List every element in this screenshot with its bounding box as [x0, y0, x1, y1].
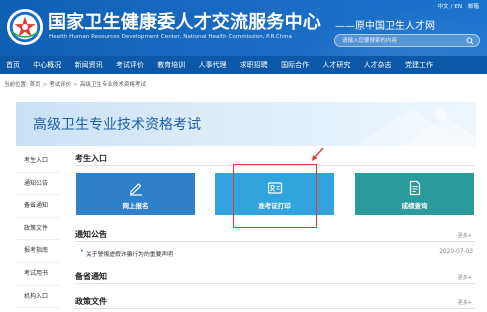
- sidebar-item-candidate-entry[interactable]: 考生入口: [16, 150, 60, 173]
- section-title: 通知公告: [75, 230, 107, 239]
- nav-item-news[interactable]: 新闻资讯: [75, 60, 103, 70]
- page-banner: 高级卫生专业技术资格考试: [16, 102, 476, 146]
- section-title: 政策文件: [75, 297, 107, 306]
- more-link[interactable]: 更多+: [458, 299, 472, 306]
- breadcrumb: 当前位置: 首页 > 考试评价 > 高级卫生专业技术资格考试: [4, 80, 146, 88]
- pen-icon: [129, 183, 142, 196]
- site-subtitle: Health Human Resources Development Cente…: [49, 34, 292, 40]
- section-title: 考生入口: [75, 154, 107, 163]
- online-registration-button[interactable]: 网上报名: [76, 173, 195, 215]
- lang-en-link[interactable]: EN: [454, 4, 462, 10]
- sidebar-item-notices[interactable]: 通知公告: [16, 173, 60, 196]
- sidebar: 考生入口 通知公告 备省通知 政策文件 报考指南 考试用书 机构入口: [16, 150, 60, 309]
- notice-date: 2020-07-03: [439, 249, 473, 255]
- mail-link[interactable]: 邮箱: [468, 4, 479, 10]
- main-nav: 首页 中心概况 新闻资讯 考试评价 教育培训 人事代理 求职招聘 国际合作 人才…: [0, 56, 487, 74]
- sidebar-item-policy[interactable]: 政策文件: [16, 218, 60, 241]
- page-title: 高级卫生专业技术资格考试: [33, 117, 201, 133]
- site-title: 国家卫生健康委人才交流服务中心: [48, 12, 321, 33]
- top-links: 中文 / EN 邮箱: [438, 2, 479, 10]
- tile-label: 成绩查询: [401, 202, 428, 210]
- lang-cn-link[interactable]: 中文: [438, 4, 449, 10]
- search-icon[interactable]: [466, 37, 474, 45]
- document-icon: [409, 180, 420, 196]
- nav-item-personnel[interactable]: 人事代理: [198, 60, 226, 70]
- sidebar-item-provincial[interactable]: 备省通知: [16, 195, 60, 218]
- highlight-box: [233, 164, 317, 228]
- nav-item-training[interactable]: 教育培训: [157, 60, 185, 70]
- section-notices: 通知公告 更多+: [75, 228, 475, 242]
- breadcrumb-exams[interactable]: 考试评价: [49, 82, 71, 88]
- nav-item-research[interactable]: 人才研究: [322, 60, 350, 70]
- nav-item-magazine[interactable]: 人才杂志: [364, 60, 392, 70]
- site-slogan: ——原中国卫生人才网: [335, 21, 435, 32]
- sidebar-item-books[interactable]: 考试用书: [16, 263, 60, 286]
- more-link[interactable]: 更多+: [458, 274, 472, 281]
- search-box: [334, 34, 480, 47]
- section-policy: 政策文件 更多+: [75, 295, 475, 309]
- nav-item-jobs[interactable]: 求职招聘: [240, 60, 268, 70]
- lang-separator: /: [450, 4, 453, 10]
- breadcrumb-home[interactable]: 首页: [30, 82, 41, 88]
- sidebar-item-institution[interactable]: 机构入口: [16, 286, 60, 309]
- search-input[interactable]: [342, 35, 462, 46]
- nav-item-party[interactable]: 党建工作: [405, 60, 433, 70]
- breadcrumb-separator: >: [42, 82, 48, 88]
- logo-icon[interactable]: [6, 8, 44, 46]
- nav-item-home[interactable]: 首页: [6, 60, 20, 70]
- notice-title[interactable]: 关于警惕虚假诈骗行为的重要声明: [86, 249, 173, 258]
- nav-item-about[interactable]: 中心概况: [33, 60, 61, 70]
- breadcrumb-current[interactable]: 高级卫生专业技术资格考试: [80, 82, 146, 88]
- section-provincial: 备省通知 更多+: [75, 270, 475, 284]
- more-link[interactable]: 更多+: [458, 232, 472, 239]
- section-title: 备省通知: [75, 272, 107, 281]
- nav-item-exams[interactable]: 考试评价: [116, 60, 144, 70]
- list-item[interactable]: • 关于警惕虚假诈骗行为的重要声明 2020-07-03: [80, 249, 476, 259]
- banner-decoration-icon: [356, 108, 476, 146]
- tile-label: 网上报名: [122, 202, 149, 210]
- nav-item-international[interactable]: 国际合作: [281, 60, 309, 70]
- sidebar-item-guide[interactable]: 报考指南: [16, 240, 60, 263]
- arrow-icon: [312, 147, 324, 161]
- bullet-icon: •: [80, 249, 84, 255]
- site-header: 中文 / EN 邮箱 国家卫生健康委人才交流服务中心 Health Human Res…: [0, 0, 487, 56]
- score-query-button[interactable]: 成绩查询: [355, 173, 474, 215]
- breadcrumb-separator: >: [73, 82, 78, 88]
- breadcrumb-prefix: 当前位置:: [4, 82, 28, 88]
